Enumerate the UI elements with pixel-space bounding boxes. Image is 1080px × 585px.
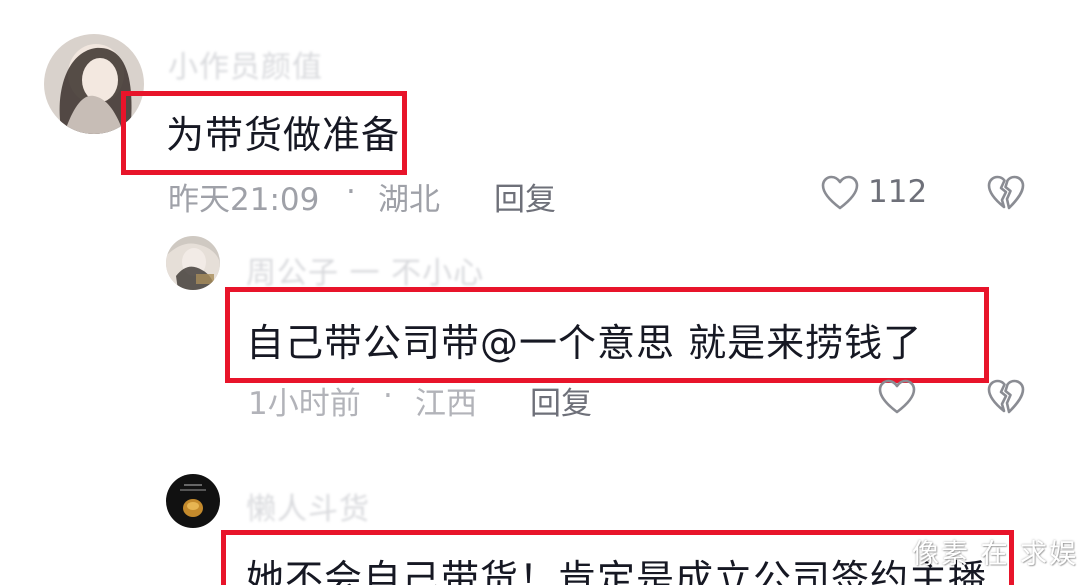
- reply-button[interactable]: 回复: [494, 174, 556, 219]
- reply-text: 她不会自己带货！肯定是成立公司签约主播: [246, 557, 988, 585]
- reply-text: 自己带公司带@一个意思 就是来捞钱了: [246, 321, 923, 365]
- like-count: 112: [868, 174, 928, 210]
- reply-button[interactable]: 回复: [530, 378, 592, 423]
- watermark: 像素 在 求娱: [912, 539, 1079, 570]
- meta-separator: ·: [383, 378, 393, 414]
- reply-time: 1小时前: [248, 386, 361, 422]
- heart-outline-icon[interactable]: [877, 378, 917, 416]
- reply-location: 江西: [415, 386, 477, 422]
- comment-text: 为带货做准备: [166, 113, 401, 157]
- comment-username[interactable]: 小作员颜值: [168, 42, 323, 86]
- avatar[interactable]: [166, 236, 220, 290]
- broken-heart-icon[interactable]: [986, 378, 1026, 416]
- reply-username[interactable]: 周公子 一 不小心: [246, 248, 484, 292]
- reply-username[interactable]: 懒人斗货: [246, 484, 370, 528]
- broken-heart-icon[interactable]: [986, 174, 1026, 212]
- avatar[interactable]: [166, 474, 220, 528]
- heart-outline-icon[interactable]: [820, 174, 860, 212]
- comment-location: 湖北: [378, 182, 440, 218]
- meta-separator: ·: [346, 174, 356, 210]
- comment-time: 昨天21:09: [168, 182, 320, 218]
- avatar[interactable]: [44, 34, 144, 134]
